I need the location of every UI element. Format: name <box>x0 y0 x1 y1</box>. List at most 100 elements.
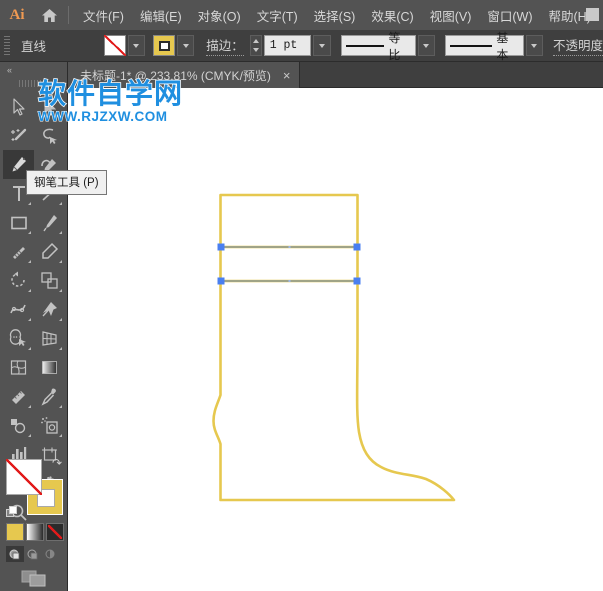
shape-builder-icon <box>9 329 26 346</box>
boot[interactable] <box>214 195 456 501</box>
draw-behind-button[interactable] <box>24 546 42 562</box>
stroke-weight-label[interactable]: 描边： <box>206 35 244 56</box>
document-tab[interactable]: 未标题-1* @ 233.81% (CMYK/预览) × <box>68 62 300 88</box>
gradient-tool[interactable] <box>34 353 65 382</box>
boot-outline[interactable] <box>214 194 456 532</box>
tool-group-indicator <box>28 318 31 321</box>
restore-button[interactable] <box>586 8 599 21</box>
boot-outline-render[interactable] <box>214 195 455 500</box>
control-bar-grip[interactable] <box>2 35 12 56</box>
tools-panel-grip[interactable] <box>0 77 67 90</box>
screen-mode-button[interactable] <box>0 565 68 591</box>
eyedropper-icon <box>41 388 56 406</box>
menu-select[interactable]: 选择(S) <box>306 2 364 29</box>
artboard-canvas[interactable] <box>68 88 603 591</box>
menu-bar: Ai 文件(F) 编辑(E) 对象(O) 文字(T) 选择(S) 效果(C) 视… <box>0 0 603 30</box>
fill-swatch-button[interactable] <box>103 35 126 56</box>
type-T-icon <box>12 185 25 201</box>
eyedropper-tool[interactable] <box>34 382 65 411</box>
home-icon[interactable] <box>34 0 64 30</box>
anchor-point[interactable] <box>353 243 361 251</box>
tool-group-indicator <box>28 202 31 205</box>
anchor-point[interactable] <box>217 277 225 285</box>
shaper-tool[interactable] <box>3 237 34 266</box>
magic-wand-tool[interactable] <box>3 121 34 150</box>
draw-inside-button[interactable] <box>42 546 60 562</box>
chevron-down-icon <box>133 43 140 48</box>
brush-definition-value: 基本 <box>496 30 509 62</box>
stepper-down-icon <box>252 48 259 53</box>
mesh-tool[interactable] <box>3 353 34 382</box>
boot-final[interactable] <box>212 193 456 502</box>
boot-path-visible[interactable] <box>214 194 457 503</box>
close-icon[interactable]: × <box>283 69 291 82</box>
rotate-icon <box>11 271 25 287</box>
perspective-grid-tool[interactable] <box>34 324 65 353</box>
magic-wand-icon <box>10 128 26 141</box>
selection-tool[interactable] <box>3 92 34 121</box>
chevron-down-icon <box>423 43 430 48</box>
tool-tooltip: 钢笔工具 (P) <box>26 170 107 195</box>
paintbrush-tool[interactable] <box>34 208 65 237</box>
tool-group-indicator <box>28 347 31 350</box>
menu-effect[interactable]: 效果(C) <box>363 2 421 29</box>
collapse-panel-button[interactable]: « <box>0 62 67 77</box>
menu-file[interactable]: 文件(F) <box>75 2 132 29</box>
fill-color-swatch[interactable] <box>6 459 42 495</box>
direct-selection-tool[interactable] <box>34 92 65 121</box>
illustrator-window: Ai 文件(F) 编辑(E) 对象(O) 文字(T) 选择(S) 效果(C) 视… <box>0 0 603 591</box>
brush-preview-icon <box>450 44 493 47</box>
color-mode-button[interactable] <box>6 523 24 541</box>
blend-tool[interactable] <box>3 411 34 440</box>
gradient-mode-button[interactable] <box>26 523 44 541</box>
tool-group-indicator <box>28 289 31 292</box>
blend-icon <box>11 419 26 434</box>
anchor-point[interactable] <box>353 277 361 285</box>
lasso-icon <box>42 128 57 144</box>
menu-type[interactable]: 文字(T) <box>249 2 306 29</box>
scale-tool[interactable] <box>34 266 65 295</box>
opacity-label[interactable]: 不透明度 <box>553 35 603 56</box>
tool-group-indicator <box>28 260 31 263</box>
width-tool[interactable] <box>3 295 34 324</box>
eraser-tool[interactable] <box>34 237 65 266</box>
rotate-tool[interactable] <box>3 266 34 295</box>
lasso-tool[interactable] <box>34 121 65 150</box>
artwork-svg <box>212 193 457 532</box>
stroke-swatch-dropdown[interactable] <box>176 35 195 56</box>
stroke-weight-input[interactable]: 1 pt <box>263 35 312 56</box>
free-transform-tool[interactable] <box>34 295 65 324</box>
stroke-profile-select[interactable]: 等比 <box>340 31 416 62</box>
default-fill-stroke-icon[interactable] <box>6 506 19 519</box>
stepper-up-icon <box>252 38 259 43</box>
draw-normal-button[interactable] <box>6 546 24 562</box>
selection-type-label: 直线 <box>21 40 47 54</box>
measure-tool[interactable] <box>3 382 34 411</box>
chevron-down-icon <box>531 43 538 48</box>
boot-shape-path[interactable] <box>221 194 456 532</box>
menu-view[interactable]: 视图(V) <box>422 2 480 29</box>
stroke-weight-dropdown[interactable] <box>313 35 331 56</box>
fill-swatch-dropdown[interactable] <box>127 35 146 56</box>
tool-group-indicator <box>59 289 62 292</box>
stroke-swatch-button[interactable] <box>153 35 175 56</box>
swap-fill-stroke-icon[interactable]: ↷ <box>52 457 65 470</box>
menu-edit[interactable]: 编辑(E) <box>132 2 190 29</box>
boot-group[interactable] <box>214 194 456 532</box>
menu-divider <box>68 6 69 24</box>
menu-window[interactable]: 窗口(W) <box>479 2 540 29</box>
brush-definition-select[interactable]: 基本 <box>445 31 524 62</box>
tool-group-indicator <box>59 115 62 118</box>
none-mode-button[interactable] <box>46 523 64 541</box>
menu-object[interactable]: 对象(O) <box>190 2 249 29</box>
tool-group-indicator <box>59 260 62 263</box>
stroke-profile-dropdown[interactable] <box>417 35 435 56</box>
rectangle-tool[interactable] <box>3 208 34 237</box>
draw-behind-icon <box>27 549 38 559</box>
stroke-weight-stepper[interactable] <box>249 35 262 56</box>
document-tab-title: 未标题-1* @ 233.81% (CMYK/预览) <box>80 68 271 83</box>
symbol-sprayer-tool[interactable] <box>34 411 65 440</box>
shape-builder-tool[interactable] <box>3 324 34 353</box>
anchor-point[interactable] <box>217 243 225 251</box>
brush-definition-dropdown[interactable] <box>525 35 544 56</box>
